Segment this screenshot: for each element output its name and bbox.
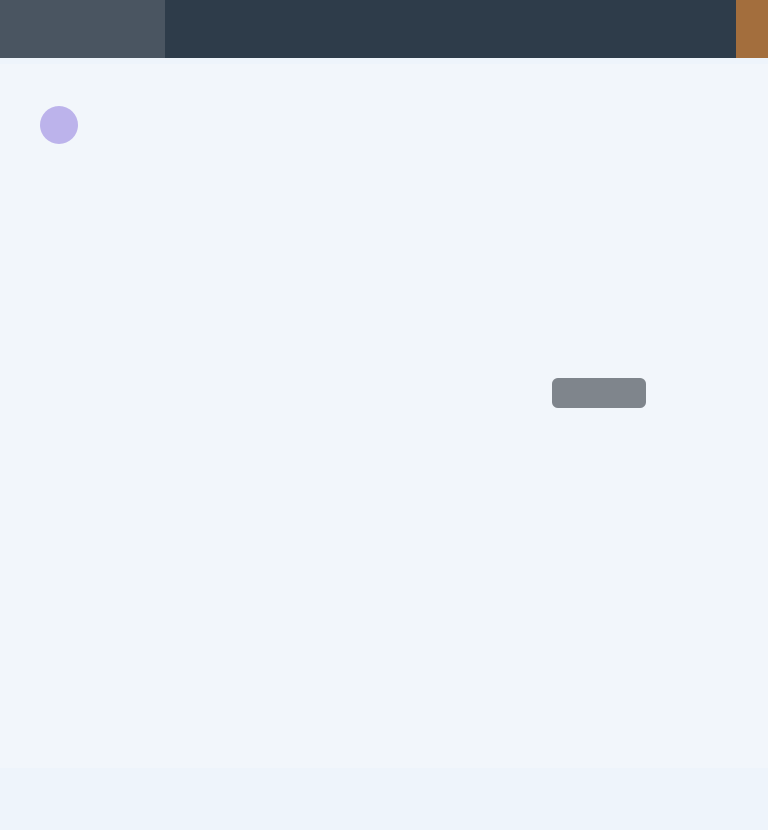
table-row[interactable] [0,482,768,540]
table-row[interactable] [0,656,768,714]
table-row[interactable] [0,714,768,772]
logo-icon [40,106,78,144]
active-browser-tab[interactable] [0,0,165,58]
table-header [0,364,768,424]
tab-accent-strip [736,0,768,58]
table-row[interactable] [0,772,768,830]
brand[interactable] [40,106,92,144]
app-content [0,64,768,768]
browser-tab-bar [0,0,768,58]
data-table [0,364,768,830]
table-action-button[interactable] [552,378,646,408]
table-row[interactable] [0,424,768,482]
table-row[interactable] [0,598,768,656]
table-row[interactable] [0,540,768,598]
